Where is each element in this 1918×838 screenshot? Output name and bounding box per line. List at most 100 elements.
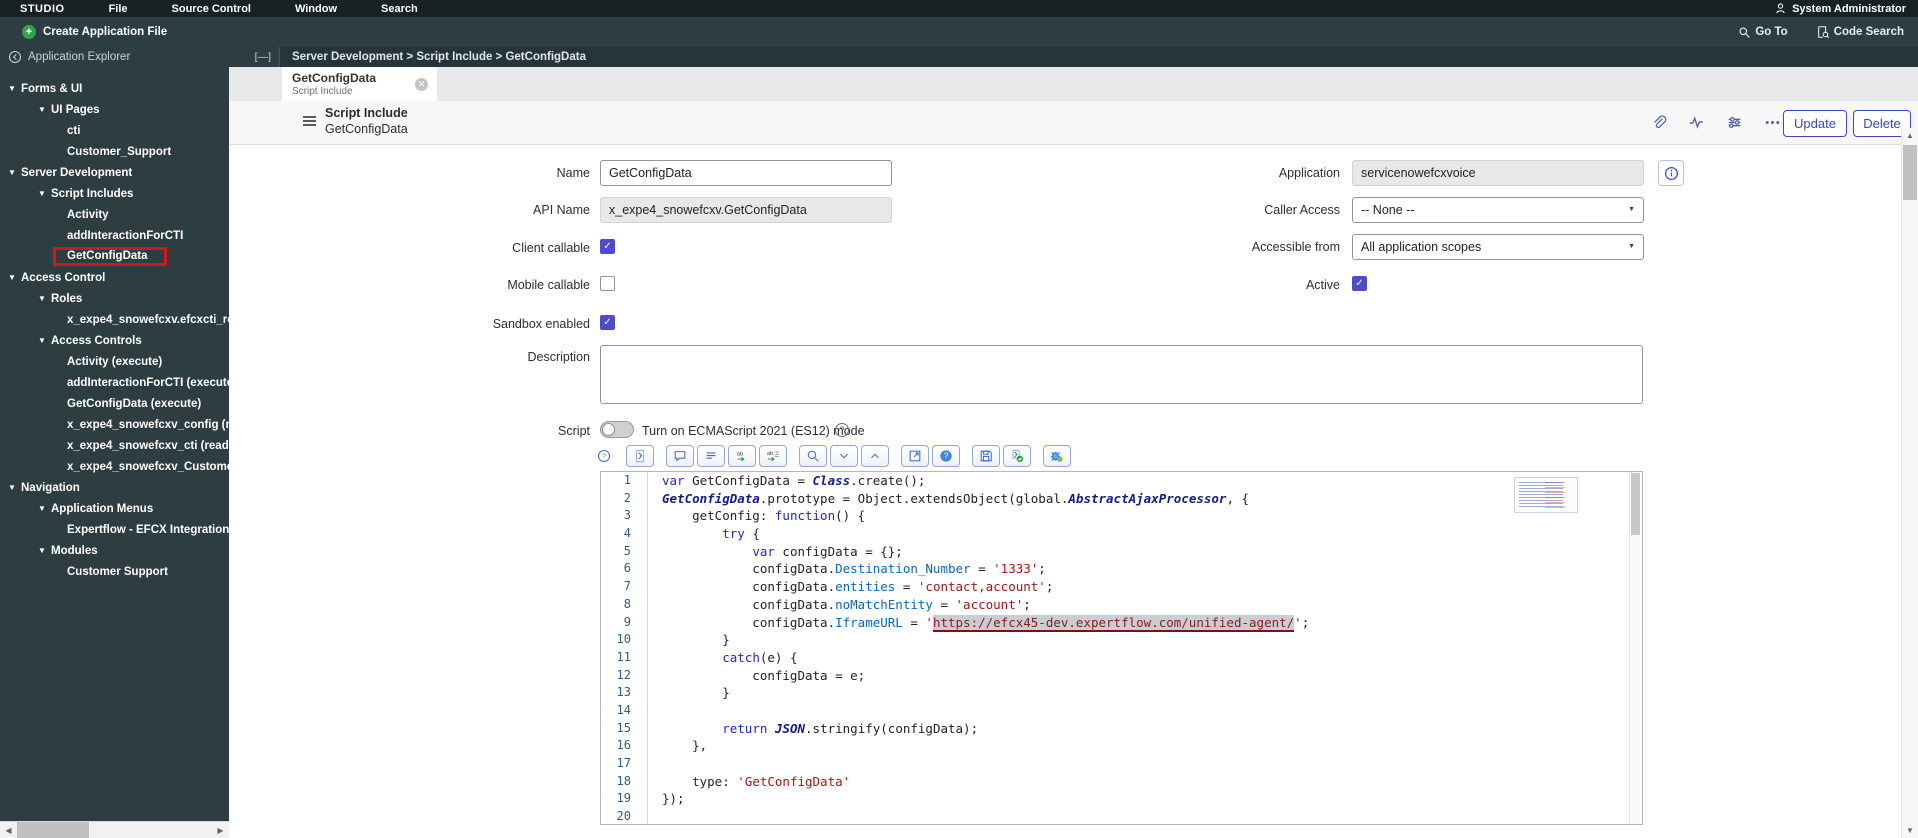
find-next-icon[interactable] [830, 445, 858, 467]
scroll-down-icon[interactable]: ▼ [1902, 823, 1918, 838]
sidebar-item-access-controls[interactable]: ▼Access Controls [0, 330, 229, 351]
sidebar-item-activity-execute[interactable]: Activity (execute) [0, 351, 229, 372]
collapse-all-button[interactable]: [—] [255, 51, 271, 63]
sidebar-item-access-control[interactable]: ▼Access Control [0, 267, 229, 288]
menu-item-source-control[interactable]: Source Control [172, 3, 251, 15]
open-window-icon[interactable] [901, 445, 929, 467]
comment-icon[interactable] [666, 445, 694, 467]
replace-all-icon[interactable]: ab [759, 445, 787, 467]
sidebar-item-label: GetConfigData (execute) [67, 398, 201, 410]
debug-icon[interactable] [1043, 445, 1071, 467]
sidebar-item-x-expe4-snowefcxv-customer-support-r[interactable]: x_expe4_snowefcxv_Customer_Support (r [0, 456, 229, 477]
save-icon[interactable] [972, 445, 1000, 467]
sidebar-item-customer-support[interactable]: Customer_Support [0, 141, 229, 162]
sandbox-enabled-checkbox[interactable]: ✓ [600, 315, 615, 330]
close-tab-icon[interactable]: ✕ [415, 78, 428, 91]
format-lines-icon[interactable] [697, 445, 725, 467]
more-icon[interactable] [1763, 113, 1781, 131]
reference-help-icon[interactable]: ? [932, 445, 960, 467]
collapse-arrow-icon[interactable]: ▼ [38, 546, 51, 555]
caller-access-select[interactable]: -- None -- ▼ [1352, 197, 1644, 223]
collapse-arrow-icon[interactable]: ▼ [8, 483, 21, 492]
ecmascript-mode-toggle[interactable] [600, 421, 634, 438]
user-menu[interactable]: System Administrator [1774, 2, 1906, 15]
sidebar-item-addinteractionforcti[interactable]: addInteractionForCTI [0, 225, 229, 246]
attachment-icon[interactable] [1649, 113, 1667, 131]
filter-icon[interactable] [1725, 113, 1743, 131]
collapse-arrow-icon[interactable]: ▼ [38, 189, 51, 198]
update-button[interactable]: Update [1783, 110, 1847, 137]
sidebar-item-label: x_expe4_snowefcxv_cti (read) [67, 440, 229, 452]
scroll-up-icon[interactable]: ▲ [1902, 128, 1918, 143]
studio-menu[interactable]: STUDIO [20, 3, 65, 15]
sidebar-item-activity[interactable]: Activity [0, 204, 229, 225]
syntax-check-icon[interactable] [1003, 445, 1031, 467]
tab-strip: GetConfigData Script Include ✕ [229, 67, 1918, 101]
mobile-callable-checkbox[interactable] [600, 276, 615, 291]
sidebar-item-customer-support[interactable]: Customer Support [0, 561, 229, 582]
active-checkbox[interactable]: ✓ [1352, 276, 1367, 291]
sidebar-item-roles[interactable]: ▼Roles [0, 288, 229, 309]
create-application-file-button[interactable]: + Create Application File [22, 25, 167, 39]
sidebar-item-x-expe4-snowefcxv-efcxcti-role[interactable]: x_expe4_snowefcxv.efcxcti_role [0, 309, 229, 330]
scroll-right-icon[interactable]: ▶ [212, 822, 229, 838]
sidebar-item-label: Activity (execute) [67, 356, 162, 368]
help-icon[interactable]: ? [594, 445, 614, 467]
format-script-icon[interactable] [626, 445, 654, 467]
sidebar-horizontal-scrollbar[interactable]: ◀ ▶ [0, 821, 229, 838]
description-textarea[interactable] [600, 345, 1643, 404]
tab-getconfigdata[interactable]: GetConfigData Script Include ✕ [282, 67, 437, 101]
svg-text:ab: ab [737, 452, 743, 458]
collapse-arrow-icon[interactable]: ▼ [38, 294, 51, 303]
scrollbar-thumb[interactable] [17, 822, 89, 838]
menu-item-window[interactable]: Window [295, 3, 337, 15]
collapse-arrow-icon[interactable]: ▼ [38, 504, 51, 513]
replace-icon[interactable]: ab [728, 445, 756, 467]
find-previous-icon[interactable] [861, 445, 889, 467]
crumb-row: Application Explorer [—] Server Developm… [0, 47, 1918, 67]
sidebar-item-forms-ui[interactable]: ▼Forms & UI [0, 78, 229, 99]
sidebar-item-ui-pages[interactable]: ▼UI Pages [0, 99, 229, 120]
line-number: 3 [601, 507, 648, 525]
application-info-icon[interactable] [1658, 160, 1684, 186]
sidebar-item-getconfigdata[interactable]: GetConfigData [0, 246, 229, 267]
code-search-button[interactable]: Code Search [1816, 25, 1904, 39]
sidebar-item-x-expe4-snowefcxv-config-read[interactable]: x_expe4_snowefcxv_config (read) [0, 414, 229, 435]
collapse-arrow-icon[interactable]: ▼ [8, 273, 21, 282]
menu-item-file[interactable]: File [109, 3, 128, 15]
collapse-arrow-icon[interactable]: ▼ [38, 336, 51, 345]
ecmascript-help-icon[interactable]: ? [835, 423, 849, 437]
sidebar-item-cti[interactable]: cti [0, 120, 229, 141]
sidebar-item-script-includes[interactable]: ▼Script Includes [0, 183, 229, 204]
activity-icon[interactable] [1687, 113, 1705, 131]
collapse-arrow-icon[interactable]: ▼ [8, 84, 21, 93]
client-callable-checkbox[interactable]: ✓ [600, 239, 615, 254]
record-name-title: GetConfigData [325, 122, 408, 136]
name-input[interactable] [600, 160, 892, 186]
code-line: 10 } [601, 631, 1642, 649]
sidebar-item-addinteractionforcti-execute[interactable]: addInteractionForCTI (execute) [0, 372, 229, 393]
sidebar-item-label: Access Controls [51, 335, 142, 347]
form-header-icons [1649, 113, 1781, 131]
go-to-button[interactable]: Go To [1738, 26, 1787, 39]
editor-scrollbar-thumb[interactable] [1631, 473, 1640, 535]
editor-scrollbar[interactable] [1629, 472, 1640, 824]
sidebar-item-expertflow-efcx-integration[interactable]: Expertflow - EFCX Integration [0, 519, 229, 540]
search-icon[interactable] [799, 445, 827, 467]
main-vertical-scrollbar[interactable]: ▲ ▼ [1901, 128, 1918, 838]
collapse-arrow-icon[interactable]: ▼ [38, 105, 51, 114]
sidebar-item-navigation[interactable]: ▼Navigation [0, 477, 229, 498]
sidebar-item-application-menus[interactable]: ▼Application Menus [0, 498, 229, 519]
sidebar-item-x-expe4-snowefcxv-cti-read[interactable]: x_expe4_snowefcxv_cti (read) [0, 435, 229, 456]
scrollbar-thumb[interactable] [1903, 145, 1917, 200]
script-code-editor[interactable]: 1var GetConfigData = Class.create();2Get… [600, 471, 1643, 825]
menu-item-search[interactable]: Search [381, 3, 418, 15]
sidebar-item-getconfigdata-execute[interactable]: GetConfigData (execute) [0, 393, 229, 414]
collapse-arrow-icon[interactable]: ▼ [8, 168, 21, 177]
form-context-menu-icon[interactable] [303, 116, 316, 127]
sidebar-item-modules[interactable]: ▼Modules [0, 540, 229, 561]
sidebar-item-server-development[interactable]: ▼Server Development [0, 162, 229, 183]
accessible-from-select[interactable]: All application scopes ▼ [1352, 234, 1644, 260]
scroll-left-icon[interactable]: ◀ [0, 822, 17, 838]
collapse-explorer-icon[interactable] [8, 50, 22, 64]
